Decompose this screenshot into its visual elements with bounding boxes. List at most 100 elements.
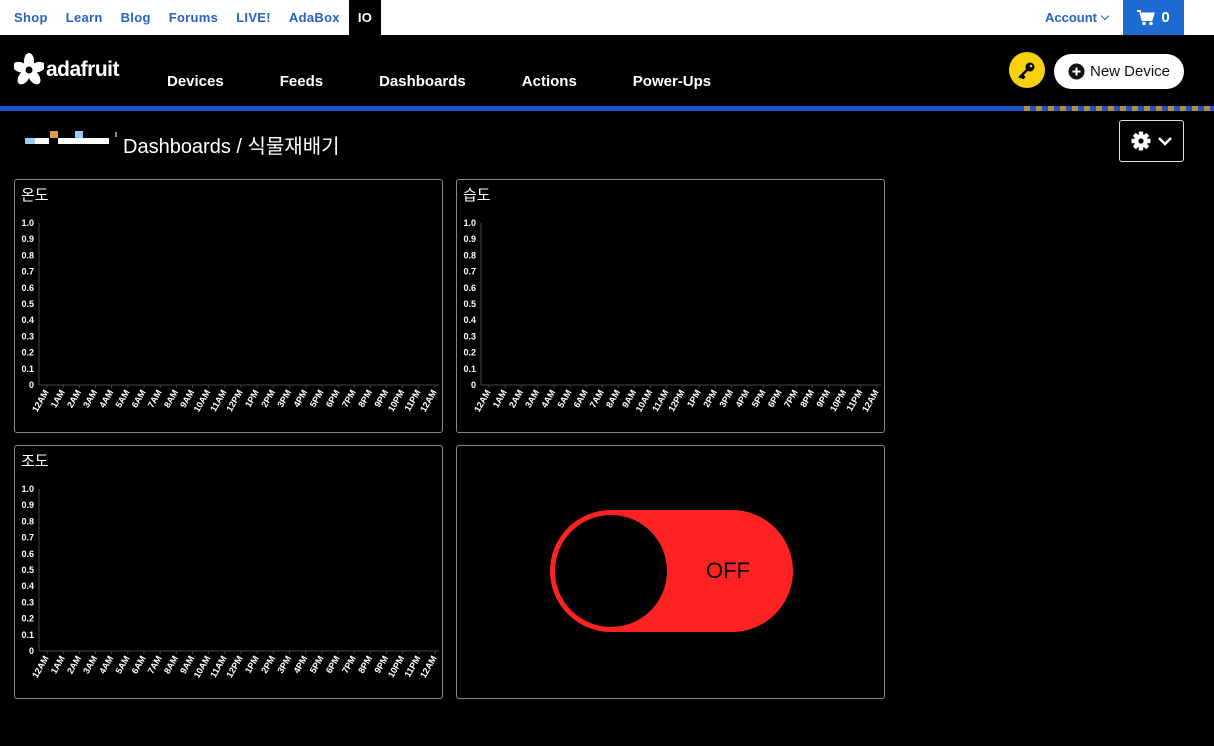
key-button[interactable] [1009,52,1045,88]
y-tick-label: 0.1 [463,364,476,374]
nav-dashboards[interactable]: Dashboards [351,35,494,106]
top-links: Shop Learn Blog Forums LIVE! AdaBox IO [0,0,382,35]
line-chart: 00.10.20.30.40.50.60.70.80.91.012AM1AM2A… [21,484,439,680]
x-tick-label: 6PM [766,388,784,409]
y-tick-label: 0.1 [21,364,34,374]
y-tick-label: 1.0 [21,484,34,494]
chart-block-humidity[interactable]: 습도 0 0.1 0.2 0.3 0.4 0.5 0.6 0.7 0.8 0.9 1.0 12AM 1A… [456,179,885,433]
x-tick-label: 8PM [798,388,816,409]
y-tick-label: 0.1 [21,630,34,640]
x-tick-label: 12AM [860,388,881,414]
nav-power-ups[interactable]: Power-Ups [605,35,739,106]
x-tick-label: 1PM [243,654,261,675]
breadcrumb-tick [115,132,117,137]
y-tick-label: 0.7 [463,267,476,277]
x-tick-label: 8AM [162,654,180,675]
x-tick-label: 5PM [750,388,768,409]
cart-icon [1137,9,1156,25]
line-chart: 00.10.20.30.40.50.60.70.80.91.012AM1AM2A… [21,218,439,414]
x-tick-label: 4AM [539,388,557,409]
x-tick-label: 12AM [30,388,51,414]
main-nav: Devices Feeds Dashboards Actions Power-U… [139,35,739,106]
toplink-blog[interactable]: Blog [112,0,160,35]
x-tick-label: 5PM [308,388,326,409]
x-tick-label: 8PM [356,388,374,409]
x-tick-label: 3AM [81,654,99,675]
x-tick-label: 2PM [259,388,277,409]
x-tick-label: 5AM [555,388,573,409]
cart-count: 0 [1161,9,1170,26]
x-tick-label: 3PM [275,388,293,409]
y-tick-label: 0.5 [21,299,34,309]
y-tick-label: 0.4 [463,315,476,325]
x-tick-label: 2PM [259,654,277,675]
top-bar: Shop Learn Blog Forums LIVE! AdaBox IO A… [0,0,1214,35]
dashboard-settings-button[interactable] [1119,120,1184,162]
adafruit-logo[interactable]: adafruit [14,53,120,87]
x-tick-label: 5PM [308,654,326,675]
y-tick-label: 0 [471,380,476,390]
breadcrumb-text[interactable]: Dashboards / 식물재배기 [123,136,340,158]
x-tick-label: 4AM [97,388,115,409]
chart-block-illuminance[interactable]: 조도 0 0.1 0.2 0.3 0.4 0.5 0.6 0.7 0.8 0.9 1.0 12AM 1A… [14,445,443,699]
x-tick-label: 4AM [97,654,115,675]
x-tick-label: 8AM [604,388,622,409]
toplink-live[interactable]: LIVE! [227,0,280,35]
toplink-io[interactable]: IO [348,0,382,35]
cart-button[interactable]: 0 [1123,0,1184,35]
key-icon [1018,62,1035,79]
nav-devices[interactable]: Devices [139,35,252,106]
x-tick-label: 12AM [472,388,493,414]
account-menu[interactable]: Account [1045,0,1110,35]
y-tick-label: 0 [29,380,34,390]
y-tick-label: 0.7 [21,267,34,277]
y-tick-label: 0.3 [21,597,34,607]
x-tick-label: 1PM [685,388,703,409]
x-tick-label: 7AM [146,654,164,675]
line-chart: 00.10.20.30.40.50.60.70.80.91.012AM1AM2A… [463,218,881,414]
power-toggle[interactable]: OFF [550,510,793,632]
stripe-pattern [1018,106,1214,111]
chart-block-temperature[interactable]: 온도 0 0.1 0.2 0.3 0.4 0.5 0.6 0.7 0.8 0.9 1.0 12AM 1A… [14,179,443,433]
x-tick-label: 1AM [49,388,67,409]
x-tick-label: 8AM [162,388,180,409]
chevron-down-icon [1100,11,1110,21]
nav-feeds[interactable]: Feeds [252,35,351,106]
x-tick-label: 7PM [782,388,800,409]
nav-actions[interactable]: Actions [494,35,605,106]
toplink-forums[interactable]: Forums [160,0,227,35]
x-tick-label: 7AM [146,388,164,409]
x-tick-label: 3AM [81,388,99,409]
y-tick-label: 0.6 [463,283,476,293]
x-tick-label: 3AM [523,388,541,409]
x-tick-label: 12AM [30,654,51,680]
y-tick-label: 0.8 [21,516,34,526]
new-device-label: New Device [1089,63,1171,80]
x-tick-label: 7AM [588,388,606,409]
account-label: Account [1045,10,1097,25]
x-tick-label: 6AM [130,388,148,409]
x-tick-label: 3PM [275,654,293,675]
new-device-button[interactable]: New Device [1054,54,1184,89]
y-tick-label: 1.0 [463,218,476,228]
y-tick-label: 0.5 [463,299,476,309]
toplink-adabox[interactable]: AdaBox [280,0,349,35]
toggle-label: OFF [706,558,750,583]
y-tick-label: 0.3 [21,331,34,341]
x-tick-label: 4PM [733,388,751,409]
y-tick-label: 0.2 [463,348,476,358]
y-tick-label: 0.3 [463,331,476,341]
toggle-knob [555,515,667,627]
x-tick-label: 2AM [507,388,525,409]
toplink-shop[interactable]: Shop [0,0,57,35]
toplink-learn[interactable]: Learn [57,0,112,35]
x-tick-label: 12PM [224,654,244,679]
plus-circle-icon [1068,63,1085,80]
x-tick-label: 4PM [291,654,309,675]
y-tick-label: 0.5 [21,565,34,575]
user-avatar [25,131,109,144]
y-tick-label: 0.4 [21,581,34,591]
x-tick-label: 6PM [324,388,342,409]
y-tick-label: 0.9 [21,234,34,244]
x-tick-label: 6PM [324,654,342,675]
